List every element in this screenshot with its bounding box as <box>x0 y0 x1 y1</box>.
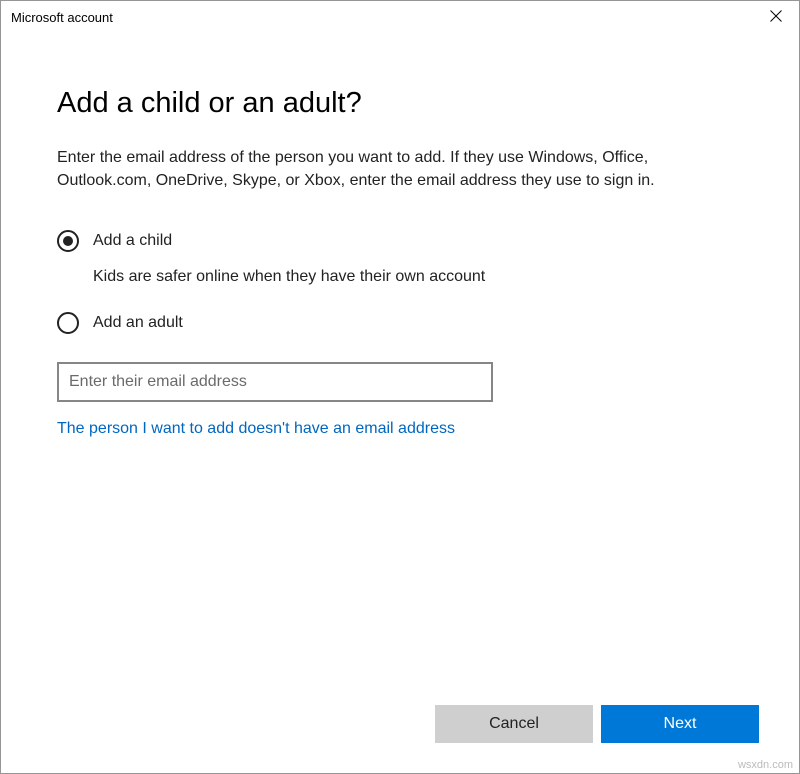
dialog-footer: Cancel Next <box>435 705 759 743</box>
radio-icon <box>57 312 79 334</box>
dialog-content: Add a child or an adult? Enter the email… <box>1 33 799 773</box>
radio-label: Add an adult <box>93 314 183 332</box>
intro-text: Enter the email address of the person yo… <box>57 146 743 192</box>
email-input[interactable] <box>57 362 493 402</box>
dialog-window: Microsoft account Add a child or an adul… <box>0 0 800 774</box>
no-email-link[interactable]: The person I want to add doesn't have an… <box>57 420 455 438</box>
window-title: Microsoft account <box>11 10 113 25</box>
page-heading: Add a child or an adult? <box>57 87 743 120</box>
radio-child-description: Kids are safer online when they have the… <box>93 268 743 286</box>
person-type-radio-group: Add a child Kids are safer online when t… <box>57 230 743 334</box>
close-button[interactable] <box>753 1 799 33</box>
cancel-button[interactable]: Cancel <box>435 705 593 743</box>
radio-add-child[interactable]: Add a child <box>57 230 743 252</box>
radio-label: Add a child <box>93 232 172 250</box>
titlebar: Microsoft account <box>1 1 799 33</box>
radio-selected-dot <box>63 236 73 246</box>
next-button[interactable]: Next <box>601 705 759 743</box>
radio-icon <box>57 230 79 252</box>
close-icon <box>770 10 782 25</box>
radio-add-adult[interactable]: Add an adult <box>57 312 743 334</box>
